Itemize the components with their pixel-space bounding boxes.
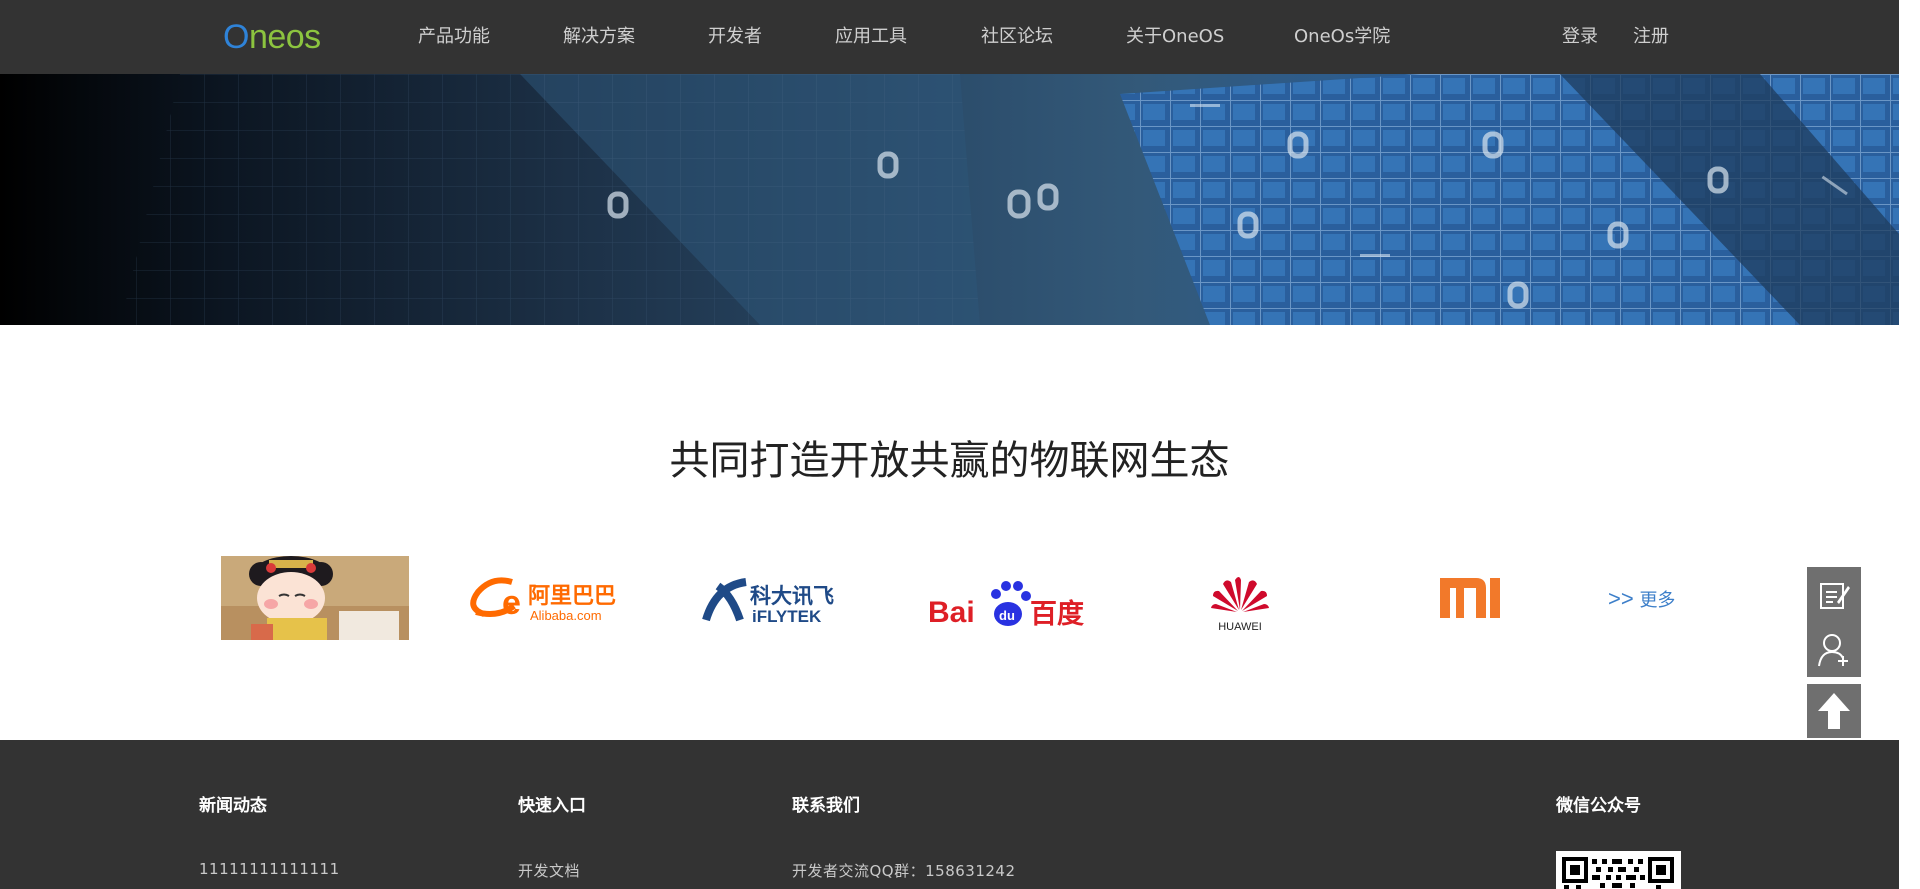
nav-item-tools[interactable]: 应用工具 [835,0,907,74]
qr-code-image [1562,857,1674,889]
back-to-top-group [1807,684,1861,738]
svg-text:Alibaba.com: Alibaba.com [530,608,602,623]
footer-qq-group: 开发者交流QQ群：158631242 [792,862,1016,880]
add-user-icon [1818,634,1848,667]
footer-docs-link[interactable]: 开发文档 [518,860,580,881]
logo-letters-neos: neos [248,17,321,56]
huawei-logo: HUAWEI [1211,577,1269,633]
back-to-top-button[interactable] [1807,684,1861,738]
svg-text:iFLYTEK: iFLYTEK [752,607,822,626]
svg-text:HUAWEI: HUAWEI [1218,621,1262,633]
register-user-button[interactable] [1807,623,1861,677]
partner-logo-iflytek[interactable]: 科大讯飞 iFLYTEK [700,556,860,640]
partner-logo-avatar[interactable] [221,556,409,640]
partner-logo-baidu[interactable]: Bai du 百度 [926,556,1088,640]
feedback-button[interactable] [1807,567,1861,623]
svg-text:du: du [999,608,1015,623]
baidu-logo: Bai du 百度 [928,581,1084,630]
nav-item-solutions[interactable]: 解决方案 [563,0,635,74]
partner-logo-alibaba[interactable]: e 阿里巴巴 Alibaba.com [462,556,627,640]
ecosystem-title: 共同打造开放共赢的物联网生态 [669,438,1230,484]
page: Oneos 产品功能 解决方案 开发者 应用工具 社区论坛 关于OneOS On… [0,0,1899,889]
building-illustration [120,74,1899,325]
back-to-top-icon [1818,693,1850,729]
logo-letter-o: O [223,17,249,56]
footer-news-heading: 新闻动态 [199,796,267,816]
oneos-logo[interactable]: Oneos [223,14,321,60]
nav-item-academy[interactable]: OneOs学院 [1294,0,1390,74]
login-link[interactable]: 登录 [1562,0,1598,74]
nav-item-about[interactable]: 关于OneOS [1126,0,1224,74]
more-label: 更多 [1639,590,1676,611]
partner-logo-huawei[interactable]: HUAWEI [1197,556,1283,640]
svg-text:百度: 百度 [1030,598,1084,630]
nav-item-developers[interactable]: 开发者 [708,0,762,74]
footer-wechat-heading: 微信公众号 [1556,796,1641,816]
nav-item-products[interactable]: 产品功能 [418,0,490,74]
wechat-qr-code [1556,851,1681,889]
footer-quick-heading: 快速入口 [518,796,586,816]
side-tool-group [1807,567,1861,677]
xiaomi-logo [1440,578,1500,618]
more-partners-link[interactable]: >> 更多 [1608,586,1675,612]
more-arrows: >> [1608,586,1634,611]
top-navigation: Oneos 产品功能 解决方案 开发者 应用工具 社区论坛 关于OneOS On… [0,0,1899,74]
edit-icon [1820,583,1850,609]
svg-text:阿里巴巴: 阿里巴巴 [528,584,616,609]
register-link[interactable]: 注册 [1633,0,1669,74]
footer-news-item[interactable]: 11111111111111 [199,860,340,878]
cartoon-girl-image [221,556,409,640]
alibaba-logo: e 阿里巴巴 Alibaba.com [470,577,616,623]
svg-text:Bai: Bai [928,596,975,629]
nav-item-forum[interactable]: 社区论坛 [981,0,1053,74]
partner-logo-xiaomi[interactable] [1426,556,1514,640]
banner-image [0,74,1899,325]
iflytek-logo: 科大讯飞 iFLYTEK [702,578,834,626]
svg-text:e: e [502,584,521,622]
svg-text:科大讯飞: 科大讯飞 [750,584,834,608]
footer-contact-heading: 联系我们 [792,796,860,816]
